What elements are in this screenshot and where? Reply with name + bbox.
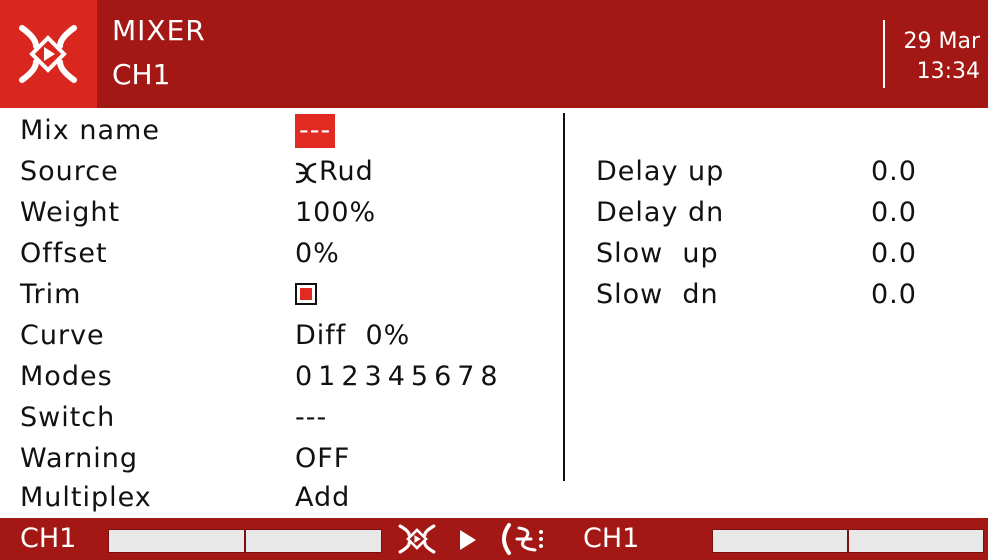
footer-bar: CH1 CH1 bbox=[0, 518, 988, 560]
footer-channel-right: CH1 bbox=[583, 523, 640, 554]
curve-label: Curve bbox=[20, 320, 105, 351]
arrow-right-icon bbox=[460, 530, 476, 550]
footer-channel-left: CH1 bbox=[20, 523, 77, 554]
field-row-multiplex: Multiplex Add bbox=[0, 478, 560, 518]
header-bar: MIXER CH1 29 Mar 13:34 bbox=[0, 0, 988, 108]
page-title: MIXER bbox=[112, 14, 206, 47]
slow-up-field[interactable]: 0.0 bbox=[871, 234, 917, 274]
field-row-curve: Curve Diff 0% bbox=[0, 316, 560, 356]
field-row-switch: Switch --- bbox=[0, 398, 560, 438]
slow-up-label: Slow up bbox=[596, 238, 719, 269]
flight-modes-selector[interactable]: 012345678 bbox=[295, 357, 504, 397]
field-row-offset: Offset 0% bbox=[0, 234, 560, 274]
page-subtitle: CH1 bbox=[112, 58, 171, 91]
source-value: Rud bbox=[319, 156, 374, 187]
delay-dn-label: Delay dn bbox=[596, 197, 725, 228]
switch-select[interactable]: --- bbox=[295, 398, 327, 438]
menu-logo-button[interactable] bbox=[0, 0, 97, 108]
offset-label: Offset bbox=[20, 238, 108, 269]
slow-dn-field[interactable]: 0.0 bbox=[871, 275, 917, 315]
field-row-slow-up: Slow up 0.0 bbox=[596, 234, 956, 274]
field-row-warning: Warning OFF bbox=[0, 439, 560, 479]
offset-field[interactable]: 0% bbox=[295, 234, 340, 274]
delay-dn-field[interactable]: 0.0 bbox=[871, 193, 917, 233]
bar-center-mark bbox=[244, 530, 246, 552]
multiplex-label: Multiplex bbox=[20, 482, 152, 513]
curve-field[interactable]: Diff 0% bbox=[295, 316, 410, 356]
source-label: Source bbox=[20, 156, 119, 187]
column-divider bbox=[563, 113, 565, 481]
field-row-source: Source Rud bbox=[0, 152, 560, 192]
field-row-weight: Weight 100% bbox=[0, 193, 560, 233]
field-row-slow-dn: Slow dn 0.0 bbox=[596, 275, 956, 315]
warning-label: Warning bbox=[20, 443, 139, 474]
stick-source-icon bbox=[295, 162, 317, 183]
header-divider bbox=[883, 20, 885, 88]
time-display: 13:34 bbox=[916, 59, 980, 84]
trim-label: Trim bbox=[20, 279, 82, 310]
field-row-trim: Trim bbox=[0, 275, 560, 315]
field-row-delay-dn: Delay dn 0.0 bbox=[596, 193, 956, 233]
field-row-delay-up: Delay up 0.0 bbox=[596, 152, 956, 192]
mixer-screen: MIXER CH1 29 Mar 13:34 Mix name --- Sour… bbox=[0, 0, 988, 560]
bar-center-mark bbox=[847, 530, 849, 552]
delay-up-label: Delay up bbox=[596, 156, 725, 187]
field-row-mix-name: Mix name --- bbox=[0, 111, 560, 151]
weight-field[interactable]: 100% bbox=[295, 193, 376, 233]
edgetx-logo-small-icon bbox=[398, 524, 436, 554]
switch-label: Switch bbox=[20, 402, 116, 433]
weight-label: Weight bbox=[20, 197, 121, 228]
multiplex-select[interactable]: Add bbox=[295, 478, 350, 518]
warning-select[interactable]: OFF bbox=[295, 439, 350, 479]
date-display: 29 Mar bbox=[903, 29, 981, 54]
source-select[interactable]: Rud bbox=[295, 152, 374, 192]
channel-mix-icon bbox=[502, 523, 543, 555]
modes-label: Modes bbox=[20, 361, 113, 392]
mix-name-input[interactable]: --- bbox=[295, 114, 336, 148]
trim-checkbox[interactable] bbox=[295, 283, 317, 305]
mix-name-label: Mix name bbox=[20, 115, 160, 146]
edgetx-logo-icon bbox=[19, 25, 77, 83]
channel-output-bar-right bbox=[712, 529, 984, 553]
field-row-modes: Modes 012345678 bbox=[0, 357, 560, 397]
channel-output-bar-left bbox=[108, 529, 382, 553]
slow-dn-label: Slow dn bbox=[596, 279, 719, 310]
delay-up-field[interactable]: 0.0 bbox=[871, 152, 917, 192]
